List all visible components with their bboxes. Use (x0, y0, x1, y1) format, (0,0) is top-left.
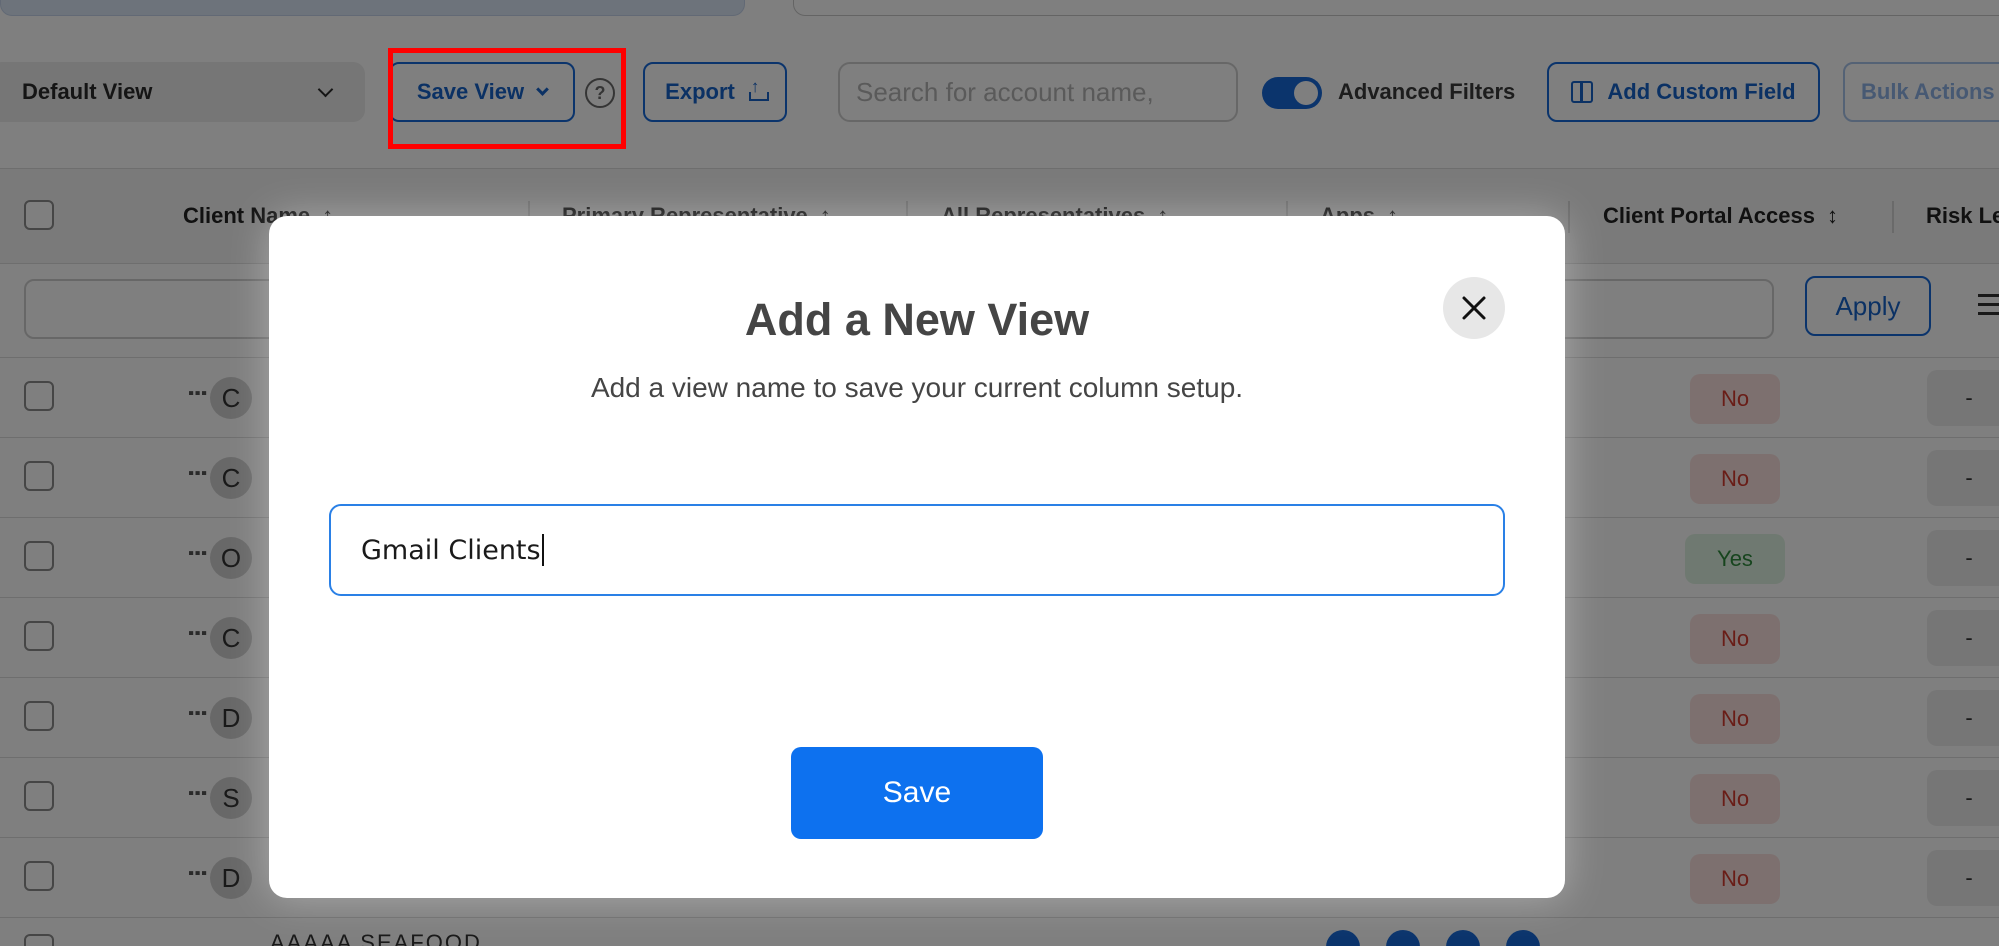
text-cursor (541, 534, 544, 566)
view-name-input[interactable]: Gmail Clients (329, 504, 1505, 596)
modal-title: Add a New View (744, 294, 1090, 345)
modal-subtitle: Add a view name to save your current col… (590, 372, 1244, 403)
add-view-modal: Add a New View Add a view name to save y… (269, 216, 1565, 898)
save-button[interactable]: Save (791, 747, 1043, 839)
save-view-highlight (388, 48, 626, 149)
close-button[interactable] (1443, 277, 1505, 339)
view-name-value: Gmail Clients (361, 534, 541, 566)
close-icon (1462, 296, 1486, 320)
